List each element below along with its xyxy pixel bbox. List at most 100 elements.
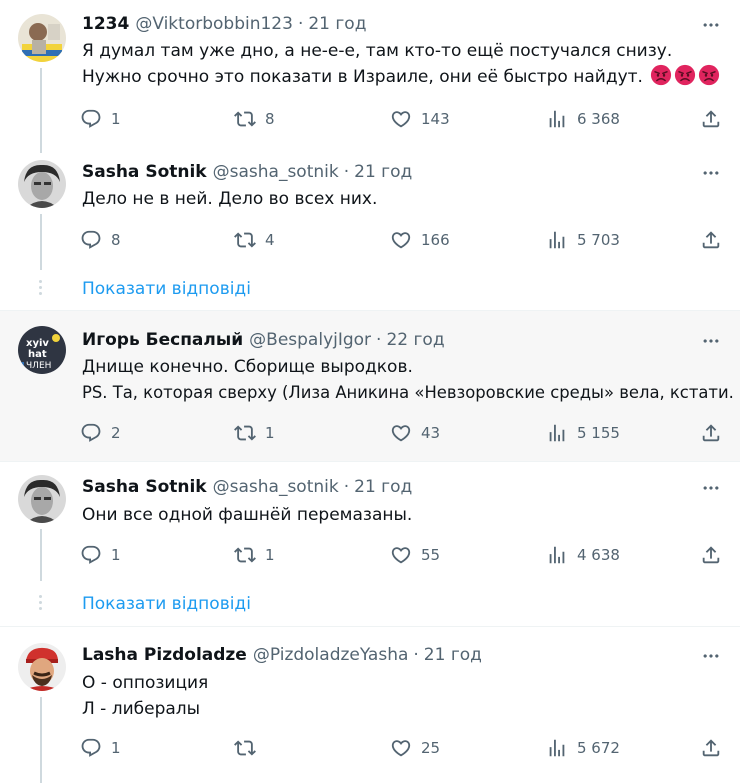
views-icon [546,229,568,251]
retweet-count: 4 [265,231,275,249]
more-icon[interactable] [700,645,722,667]
author-handle[interactable]: @Viktorbobbin123 [135,12,293,36]
tweet-text-line: Я думал там уже дно, а не-е-е, там кто-т… [82,41,673,61]
tweet[interactable]: Sasha Sotnik @sasha_sotnik · 21 год Они … [0,475,740,581]
retweet-button[interactable]: 1 [234,420,275,446]
like-button[interactable]: 25 [390,735,440,761]
tweet-header: Lasha Pizdoladze @PizdoladzeYasha · 21 г… [82,643,482,667]
separator-dot: · [413,645,419,665]
like-count: 43 [421,424,441,442]
tweet-text-line: Днище конечно. Сборище выродков. [82,357,413,377]
show-replies-link[interactable]: Показати відповіді [82,277,251,301]
tweet[interactable]: 1234 @Viktorbobbin123 · 21 год Я думал т… [0,12,740,153]
author-name[interactable]: 1234 [82,12,129,36]
share-icon [700,737,722,759]
timestamp[interactable]: 21 год [354,475,412,499]
reply-icon [80,544,102,566]
reply-count: 2 [111,424,121,442]
views-button[interactable]: 5 672 [546,735,620,761]
show-replies-link[interactable]: Показати відповіді [82,592,251,616]
avatar[interactable] [18,14,66,62]
share-button[interactable] [700,542,722,568]
more-icon[interactable] [700,477,722,499]
thread-line [40,529,42,581]
more-icon[interactable] [700,330,722,352]
action-bar: 1 25 5 672 [80,735,726,761]
retweet-button[interactable] [234,735,265,761]
retweet-icon [234,108,256,130]
avatar[interactable]: xyiv hat ЧЛЕН [18,326,66,374]
reply-count: 1 [111,546,121,564]
retweet-button[interactable]: 1 [234,542,275,568]
share-button[interactable] [700,420,722,446]
views-button[interactable]: 5 703 [546,227,620,253]
views-icon [546,108,568,130]
retweet-icon [234,544,256,566]
view-count: 5 672 [577,739,620,757]
tweet-text-line: Дело не в ней. Дело во всех них. [82,189,378,209]
tweet[interactable]: Lasha Pizdoladze @PizdoladzeYasha · 21 г… [0,643,740,783]
views-icon [546,422,568,444]
retweet-button[interactable]: 8 [234,106,275,132]
more-icon[interactable] [700,162,722,184]
author-name[interactable]: Sasha Sotnik [82,160,207,184]
timestamp[interactable]: 21 год [354,160,412,184]
reply-button[interactable]: 1 [80,106,121,132]
author-name[interactable]: Игорь Беспалый [82,328,243,352]
reply-button[interactable]: 1 [80,735,121,761]
author-name[interactable]: Sasha Sotnik [82,475,207,499]
share-icon [700,108,722,130]
tweet-text: О - оппозиция Л - либералы [82,670,208,722]
tweet-text: Днище конечно. Сборище выродков. PS. Та,… [82,354,734,406]
reply-button[interactable]: 2 [80,420,121,446]
views-button[interactable]: 6 368 [546,106,620,132]
tweet[interactable]: xyiv hat ЧЛЕН Игорь Беспалый @BespalyjIg… [0,311,740,461]
angry-face-emoji [698,64,720,86]
avatar[interactable] [18,643,66,691]
like-icon [390,422,412,444]
share-button[interactable] [700,106,722,132]
retweet-button[interactable]: 4 [234,227,275,253]
more-icon[interactable] [700,14,722,36]
share-button[interactable] [700,227,722,253]
timestamp[interactable]: 22 год [386,328,444,352]
like-count: 55 [421,546,441,564]
views-button[interactable]: 4 638 [546,542,620,568]
like-icon [390,108,412,130]
author-handle[interactable]: @BespalyjIgor [249,328,371,352]
share-button[interactable] [700,735,722,761]
author-handle[interactable]: @PizdoladzeYasha [253,643,409,667]
like-count: 25 [421,739,441,757]
action-bar: 1 1 55 4 638 [80,542,726,568]
thread-continuation-dots [39,280,43,298]
reply-icon [80,422,102,444]
reply-icon [80,108,102,130]
reply-button[interactable]: 1 [80,542,121,568]
avatar[interactable] [18,475,66,523]
timestamp[interactable]: 21 год [308,12,366,36]
action-bar: 1 8 143 6 368 [80,106,726,132]
tweet[interactable]: Sasha Sotnik @sasha_sotnik · 21 год Дело… [0,160,740,270]
author-handle[interactable]: @sasha_sotnik [213,160,339,184]
tweet-header: Sasha Sotnik @sasha_sotnik · 21 год [82,160,412,184]
author-handle[interactable]: @sasha_sotnik [213,475,339,499]
reply-count: 1 [111,110,121,128]
author-name[interactable]: Lasha Pizdoladze [82,643,247,667]
timestamp[interactable]: 21 год [424,643,482,667]
view-count: 5 703 [577,231,620,249]
separator-dot: · [343,162,350,182]
like-button[interactable]: 166 [390,227,450,253]
reply-icon [80,229,102,251]
thread-line [40,214,42,270]
like-button[interactable]: 55 [390,542,440,568]
like-button[interactable]: 43 [390,420,440,446]
tweet-text-line: Нужно срочно это показати в Израиле, они… [82,64,720,90]
tweet-text: Дело не в ней. Дело во всех них. [82,186,377,212]
separator-dot: · [343,477,350,497]
views-button[interactable]: 5 155 [546,420,620,446]
views-icon [546,737,568,759]
reply-button[interactable]: 8 [80,227,121,253]
divider [0,626,740,627]
like-button[interactable]: 143 [390,106,450,132]
avatar[interactable] [18,160,66,208]
